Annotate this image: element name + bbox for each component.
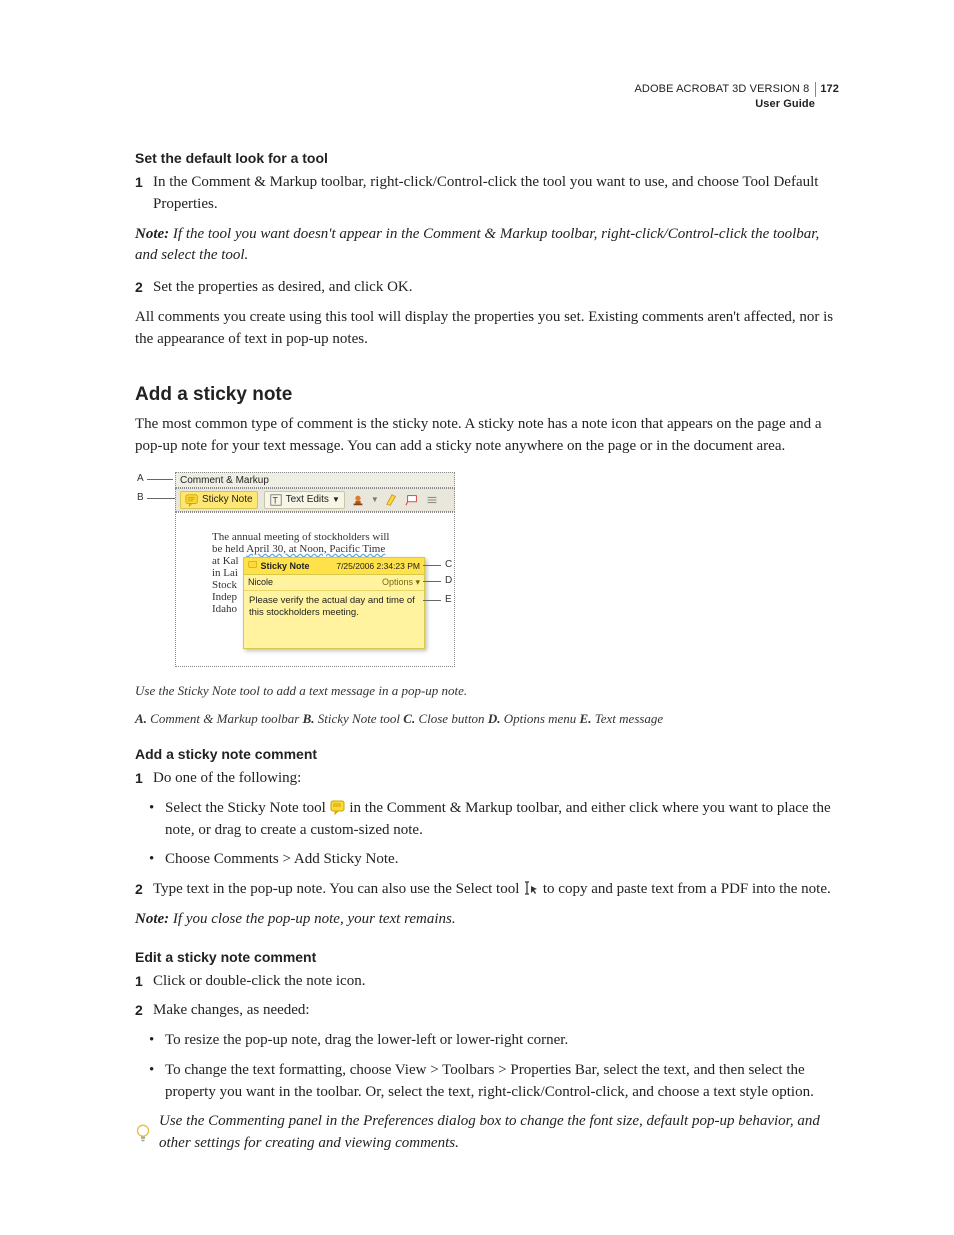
step-item: 2 Type text in the pop-up note. You can … — [135, 879, 839, 901]
bullet-item: To change the text formatting, choose Vi… — [135, 1060, 839, 1104]
bullet-item: To resize the pop-up note, drag the lowe… — [135, 1030, 839, 1052]
step-number: 2 — [135, 277, 143, 297]
callout-E: E — [445, 594, 452, 605]
button-label: Sticky Note — [202, 494, 253, 505]
note-paragraph: Note: If the tool you want doesn't appea… — [135, 224, 839, 268]
note-paragraph: Note: If you close the pop-up note, your… — [135, 909, 839, 931]
step-text: Click or double-click the note icon. — [153, 973, 365, 989]
callout-icon[interactable] — [405, 493, 419, 507]
step-item: 1 Do one of the following: — [135, 768, 839, 790]
text-edits-tool-button[interactable]: T Text Edits ▼ — [264, 491, 345, 509]
chevron-down-icon: ▼ — [371, 495, 379, 504]
comment-markup-toolbar: Sticky Note T Text Edits ▼ ▼ — [175, 488, 455, 512]
step-number: 2 — [135, 879, 143, 899]
callout-C: C — [445, 559, 452, 570]
callout-D: D — [445, 575, 452, 586]
bullet-item: Choose Comments > Add Sticky Note. — [135, 849, 839, 871]
sticky-note-popup[interactable]: Sticky Note 7/25/2006 2:34:23 PM Nicole … — [243, 557, 425, 649]
step-text: Do one of the following: — [153, 770, 301, 786]
step-text: Make changes, as needed: — [153, 1002, 310, 1018]
step-number: 1 — [135, 172, 143, 192]
sticky-note-icon — [330, 799, 346, 815]
step-item: 2 Set the properties as desired, and clic… — [135, 277, 839, 299]
figure-wrap: A B Comment & Markup Sticky Note T Text … — [135, 472, 839, 728]
step-text-a: Type text in the pop-up note. You can al… — [153, 881, 523, 897]
figure-caption-line2: A. Comment & Markup toolbar B. Sticky No… — [135, 710, 839, 728]
text-edits-icon: T — [269, 493, 283, 507]
popup-options-menu[interactable]: Options ▾ — [382, 577, 420, 588]
stamp-icon[interactable] — [351, 493, 365, 507]
tip-row: Use the Commenting panel in the Preferen… — [135, 1111, 839, 1155]
doc-marked-text: April 30, at Noon, Pacific Time — [246, 543, 385, 555]
highlight-icon[interactable] — [385, 493, 399, 507]
header-product: ADOBE ACROBAT 3D VERSION 8 — [634, 82, 816, 97]
sticky-note-icon — [185, 493, 199, 507]
step-text: In the Comment & Markup toolbar, right-c… — [153, 174, 818, 212]
sticky-note-tool-button[interactable]: Sticky Note — [180, 491, 258, 509]
heading-add-sticky-note: Add a sticky note — [135, 384, 839, 406]
tip-text: Use the Commenting panel in the Preferen… — [159, 1111, 839, 1155]
select-tool-icon — [523, 880, 539, 896]
popup-author: Nicole — [248, 577, 273, 587]
note-label: Note: — [135, 226, 169, 242]
doc-line: The annual meeting of stockholders will — [212, 531, 444, 543]
callout-B: B — [137, 492, 144, 503]
body-paragraph: All comments you create using this tool … — [135, 307, 839, 351]
heading-add-comment: Add a sticky note comment — [135, 746, 839, 762]
body-paragraph: The most common type of comment is the s… — [135, 414, 839, 458]
running-header: ADOBE ACROBAT 3D VERSION 8 172 User Guide — [634, 82, 839, 112]
header-guide: User Guide — [634, 97, 839, 112]
callout-line — [423, 565, 441, 566]
figure-caption-line1: Use the Sticky Note tool to add a text m… — [135, 682, 839, 700]
step-number: 1 — [135, 768, 143, 788]
note-text: If the tool you want doesn't appear in t… — [135, 226, 819, 264]
note-text: If you close the pop-up note, your text … — [169, 911, 455, 927]
step-item: 1 Click or double-click the note icon. — [135, 971, 839, 993]
heading-edit-comment: Edit a sticky note comment — [135, 949, 839, 965]
step-item: 2 Make changes, as needed: — [135, 1000, 839, 1022]
callout-line — [147, 479, 173, 480]
button-label: Text Edits — [286, 494, 329, 505]
popup-timestamp: 7/25/2006 2:34:23 PM — [336, 561, 420, 571]
bullet-text-a: Select the Sticky Note tool — [165, 800, 330, 816]
popup-subheader: Nicole Options ▾ — [244, 575, 424, 591]
toolbar-title: Comment & Markup — [175, 472, 455, 488]
callout-line — [423, 600, 441, 601]
page: ADOBE ACROBAT 3D VERSION 8 172 User Guide… — [0, 0, 954, 1235]
show-icon[interactable] — [425, 493, 439, 507]
callout-A: A — [137, 473, 144, 484]
step-item: 1 In the Comment & Markup toolbar, right-… — [135, 172, 839, 216]
popup-header: Sticky Note 7/25/2006 2:34:23 PM — [244, 558, 424, 575]
sticky-note-icon — [248, 560, 258, 570]
page-number: 172 — [820, 83, 839, 95]
svg-text:T: T — [272, 495, 278, 505]
callout-line — [423, 581, 441, 582]
step-number: 1 — [135, 971, 143, 991]
note-label: Note: — [135, 911, 169, 927]
lightbulb-icon — [135, 1113, 151, 1155]
doc-line: be held April 30, at Noon, Pacific Time — [212, 543, 444, 555]
content-area: Set the default look for a tool 1 In the … — [135, 150, 839, 1155]
step-text-b: to copy and paste text from a PDF into t… — [543, 881, 831, 897]
step-text: Set the properties as desired, and click… — [153, 279, 413, 295]
step-number: 2 — [135, 1000, 143, 1020]
popup-title: Sticky Note — [248, 560, 310, 571]
bullet-item: Select the Sticky Note tool in the Comme… — [135, 798, 839, 842]
figure: A B Comment & Markup Sticky Note T Text … — [155, 472, 475, 672]
chevron-down-icon: ▼ — [332, 495, 340, 504]
popup-message[interactable]: Please verify the actual day and time of… — [244, 591, 424, 624]
heading-set-default: Set the default look for a tool — [135, 150, 839, 166]
